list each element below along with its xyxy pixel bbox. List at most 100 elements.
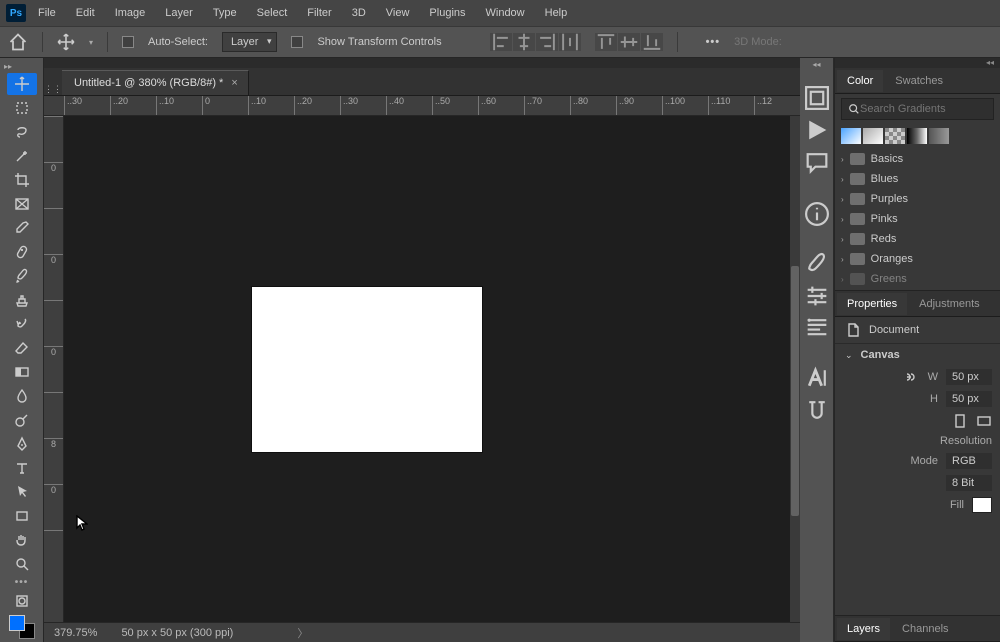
bits-value[interactable]: 8 Bit [946,475,992,491]
distribute-h-icon[interactable] [559,33,581,51]
ruler-vertical[interactable]: 0 0 0 8 0 [44,116,64,622]
height-value[interactable]: 50 px [946,391,992,407]
tab-properties[interactable]: Properties [837,293,907,315]
magic-wand-tool[interactable] [7,145,37,167]
eraser-tool[interactable] [7,337,37,359]
crop-tool[interactable] [7,169,37,191]
menu-image[interactable]: Image [107,3,154,23]
align-center-v-icon[interactable] [618,33,640,51]
gradient-thumb[interactable] [929,128,949,144]
gradient-thumb[interactable] [907,128,927,144]
doc-info[interactable]: 50 px x 50 px (300 ppi) [121,627,233,639]
move-tool[interactable] [7,73,37,95]
auto-select-checkbox[interactable] [122,36,134,48]
tab-color[interactable]: Color [837,70,883,92]
dodge-tool[interactable] [7,409,37,431]
clone-stamp-tool[interactable] [7,289,37,311]
panel-collapse-handle[interactable]: ◂◂ [835,58,1000,68]
glyphs-panel-icon[interactable] [803,396,831,424]
rectangle-tool[interactable] [7,505,37,527]
close-tab-icon[interactable]: × [231,77,237,89]
menu-file[interactable]: File [30,3,64,23]
gradient-thumb[interactable] [863,128,883,144]
playback-panel-icon[interactable] [803,116,831,144]
orientation-portrait-icon[interactable] [952,413,968,429]
document-tab[interactable]: Untitled-1 @ 380% (RGB/8#) * × [62,70,249,95]
tab-swatches[interactable]: Swatches [885,70,953,92]
folder-reds[interactable]: ›Reds [839,230,996,248]
gradient-search-input[interactable] [860,103,985,115]
folder-greens[interactable]: ›Greens [839,270,996,288]
collapse-handle-top[interactable] [44,58,800,68]
orientation-landscape-icon[interactable] [976,413,992,429]
gradient-thumb[interactable] [841,128,861,144]
edit-toolbar-icon[interactable]: ••• [15,577,29,588]
home-icon[interactable] [8,33,28,51]
fill-color-swatch[interactable] [972,497,992,513]
tab-layers[interactable]: Layers [837,618,890,640]
blur-tool[interactable] [7,385,37,407]
healing-brush-tool[interactable] [7,241,37,263]
brushes-panel-icon[interactable] [803,250,831,278]
folder-pinks[interactable]: ›Pinks [839,210,996,228]
menu-filter[interactable]: Filter [299,3,339,23]
folder-basics[interactable]: ›Basics [839,150,996,168]
menu-select[interactable]: Select [249,3,296,23]
history-brush-tool[interactable] [7,313,37,335]
mode-value[interactable]: RGB [946,453,992,469]
align-right-icon[interactable] [536,33,558,51]
width-value[interactable]: 50 px [946,369,992,385]
align-bottom-icon[interactable] [641,33,663,51]
lasso-tool[interactable] [7,121,37,143]
folder-purples[interactable]: ›Purples [839,190,996,208]
fg-bg-color-swatch[interactable] [7,614,37,640]
menu-edit[interactable]: Edit [68,3,103,23]
character-panel-icon[interactable] [803,364,831,392]
hand-tool[interactable] [7,529,37,551]
tab-adjustments[interactable]: Adjustments [909,293,990,315]
scrollbar-vertical[interactable] [790,116,800,622]
menu-plugins[interactable]: Plugins [421,3,473,23]
zoom-level[interactable]: 379.75% [54,627,97,639]
pen-tool[interactable] [7,433,37,455]
menu-3d[interactable]: 3D [344,3,374,23]
link-wh-icon[interactable] [902,370,916,384]
tab-handle-icon[interactable]: ⋮⋮ [44,84,62,95]
paragraph-panel-icon[interactable] [803,314,831,342]
frame-tool[interactable] [7,193,37,215]
align-left-icon[interactable] [490,33,512,51]
canvas-viewport[interactable] [64,116,790,622]
auto-select-target-dropdown[interactable]: Layer [222,32,278,52]
more-options-icon[interactable]: ••• [706,36,721,48]
show-transform-checkbox[interactable] [291,36,303,48]
menu-layer[interactable]: Layer [157,3,201,23]
marquee-tool[interactable] [7,97,37,119]
align-center-h-icon[interactable] [513,33,535,51]
comments-panel-icon[interactable] [803,148,831,176]
menu-view[interactable]: View [378,3,418,23]
type-tool[interactable] [7,457,37,479]
align-top-icon[interactable] [595,33,617,51]
menu-window[interactable]: Window [478,3,533,23]
adjustments-panel-icon[interactable] [803,282,831,310]
ruler-horizontal[interactable]: ..30 ..20 ..10 0 ..10 ..20 ..30 ..40 ..5… [44,96,800,116]
folder-blues[interactable]: ›Blues [839,170,996,188]
eyedropper-tool[interactable] [7,217,37,239]
canvas-section-header[interactable]: ⌄ Canvas [835,343,1000,366]
info-panel-icon[interactable] [803,200,831,228]
zoom-tool[interactable] [7,553,37,575]
folder-oranges[interactable]: ›Oranges [839,250,996,268]
gradient-tool[interactable] [7,361,37,383]
status-menu-icon[interactable]: 〉 [297,625,308,641]
gradient-search[interactable] [841,98,994,120]
gradient-thumb[interactable] [885,128,905,144]
quick-mask-icon[interactable] [7,590,37,612]
canvas[interactable] [252,287,482,452]
menu-help[interactable]: Help [537,3,576,23]
brush-tool[interactable] [7,265,37,287]
move-tool-indicator-icon[interactable] [57,33,75,51]
tab-channels[interactable]: Channels [892,618,958,640]
menu-type[interactable]: Type [205,3,245,23]
learn-panel-icon[interactable] [803,84,831,112]
path-select-tool[interactable] [7,481,37,503]
